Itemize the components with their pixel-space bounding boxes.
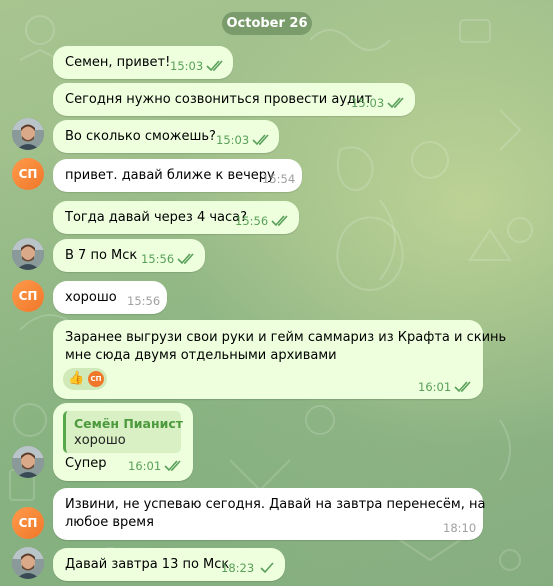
double-check-icon — [177, 253, 194, 265]
message-time: 15:03 — [216, 133, 250, 147]
message-time: 15:56 — [235, 214, 269, 228]
message-text: Давай завтра 13 по Мск — [65, 557, 230, 572]
message-text: привет. давай ближе к вечеру — [65, 168, 275, 183]
double-check-icon — [454, 381, 471, 393]
message-bubble[interactable]: Извини, не успеваю сегодня. Давай на зав… — [53, 488, 486, 540]
date-separator: October 26 — [222, 12, 312, 35]
message-time: 16:01 — [128, 459, 162, 473]
message-meta: 15:03 — [351, 96, 407, 110]
message-text: Во сколько сможешь? — [65, 129, 216, 144]
person-photo-icon — [12, 238, 44, 270]
message-meta: 18:10 — [443, 521, 476, 535]
message-bubble[interactable]: Семен, привет! 15:03 — [53, 46, 233, 79]
message-meta: 16:01 — [418, 380, 474, 394]
message-text-line2: любое время — [65, 515, 154, 530]
message-bubble[interactable]: Семён Пианист хорошо Супер 16:01 — [53, 403, 193, 481]
thumbs-up-icon: 👍 — [68, 371, 85, 386]
message-time: 15:54 — [262, 172, 296, 186]
message-meta: 15:03 — [216, 133, 272, 147]
message-bubble[interactable]: Заранее выгрузи свои руки и гейм саммари… — [53, 320, 506, 399]
message-time: 15:56 — [127, 294, 161, 308]
message-time: 16:01 — [418, 380, 452, 394]
reply-text: хорошо — [74, 433, 126, 448]
person-photo-icon — [12, 446, 44, 478]
message-bubble[interactable]: Тогда давай через 4 часа? 15:56 — [53, 201, 299, 234]
user-photo-avatar[interactable] — [12, 547, 44, 579]
message-text: Семен, привет! — [65, 55, 171, 70]
message-bubble[interactable]: привет. давай ближе к вечеру 15:54 — [53, 159, 302, 192]
message-text: Тогда давай через 4 часа? — [65, 210, 248, 225]
message-text: Извини, не успеваю сегодня. Давай на зав… — [65, 497, 486, 512]
contact-avatar[interactable]: СП — [12, 158, 44, 190]
check-icon — [260, 562, 274, 574]
message-bubble[interactable]: Сегодня нужно созвониться провести аудит… — [53, 83, 415, 116]
message-text: Сегодня нужно созвониться провести аудит — [65, 92, 373, 107]
message-text: В 7 по Мск — [65, 248, 138, 263]
message-meta: 15:56 — [127, 294, 160, 308]
contact-avatar[interactable]: СП — [12, 280, 44, 312]
double-check-icon — [206, 60, 223, 72]
message-time: 18:23 — [221, 561, 255, 575]
message-text: хорошо — [65, 290, 117, 305]
message-time: 18:10 — [443, 521, 477, 535]
reply-quote[interactable]: Семён Пианист хорошо — [63, 411, 184, 453]
user-photo-avatar[interactable] — [12, 238, 44, 270]
person-photo-icon — [12, 547, 44, 579]
message-meta: 18:23 — [221, 561, 277, 575]
person-photo-icon — [12, 118, 44, 150]
reactor-avatar: СП — [88, 371, 104, 387]
message-text: Супер — [65, 456, 107, 471]
double-check-icon — [271, 215, 288, 227]
message-time: 15:03 — [170, 59, 204, 73]
message-meta: 15:54 — [262, 172, 295, 186]
message-bubble[interactable]: Во сколько сможешь? 15:03 — [53, 120, 279, 153]
message-bubble[interactable]: Давай завтра 13 по Мск 18:23 — [53, 548, 285, 581]
user-photo-avatar[interactable] — [12, 118, 44, 150]
message-meta: 15:03 — [170, 59, 226, 73]
message-meta: 15:56 — [235, 214, 291, 228]
reply-author: Семён Пианист — [74, 416, 184, 431]
message-bubble[interactable]: В 7 по Мск 15:56 — [53, 239, 205, 272]
reaction-chip[interactable]: 👍 СП — [63, 368, 107, 390]
message-text-line2: мне сюда двумя отдельными архивами — [65, 348, 337, 363]
message-text: Заранее выгрузи свои руки и гейм саммари… — [65, 330, 507, 345]
double-check-icon — [252, 134, 269, 146]
double-check-icon — [387, 97, 404, 109]
user-photo-avatar[interactable] — [12, 446, 44, 478]
contact-avatar[interactable]: СП — [12, 507, 44, 539]
double-check-icon — [164, 460, 181, 472]
message-time: 15:03 — [351, 96, 385, 110]
message-meta: 15:56 — [141, 252, 197, 266]
message-bubble[interactable]: хорошо 15:56 — [53, 281, 167, 314]
message-time: 15:56 — [141, 252, 175, 266]
message-meta: 16:01 — [128, 459, 184, 473]
